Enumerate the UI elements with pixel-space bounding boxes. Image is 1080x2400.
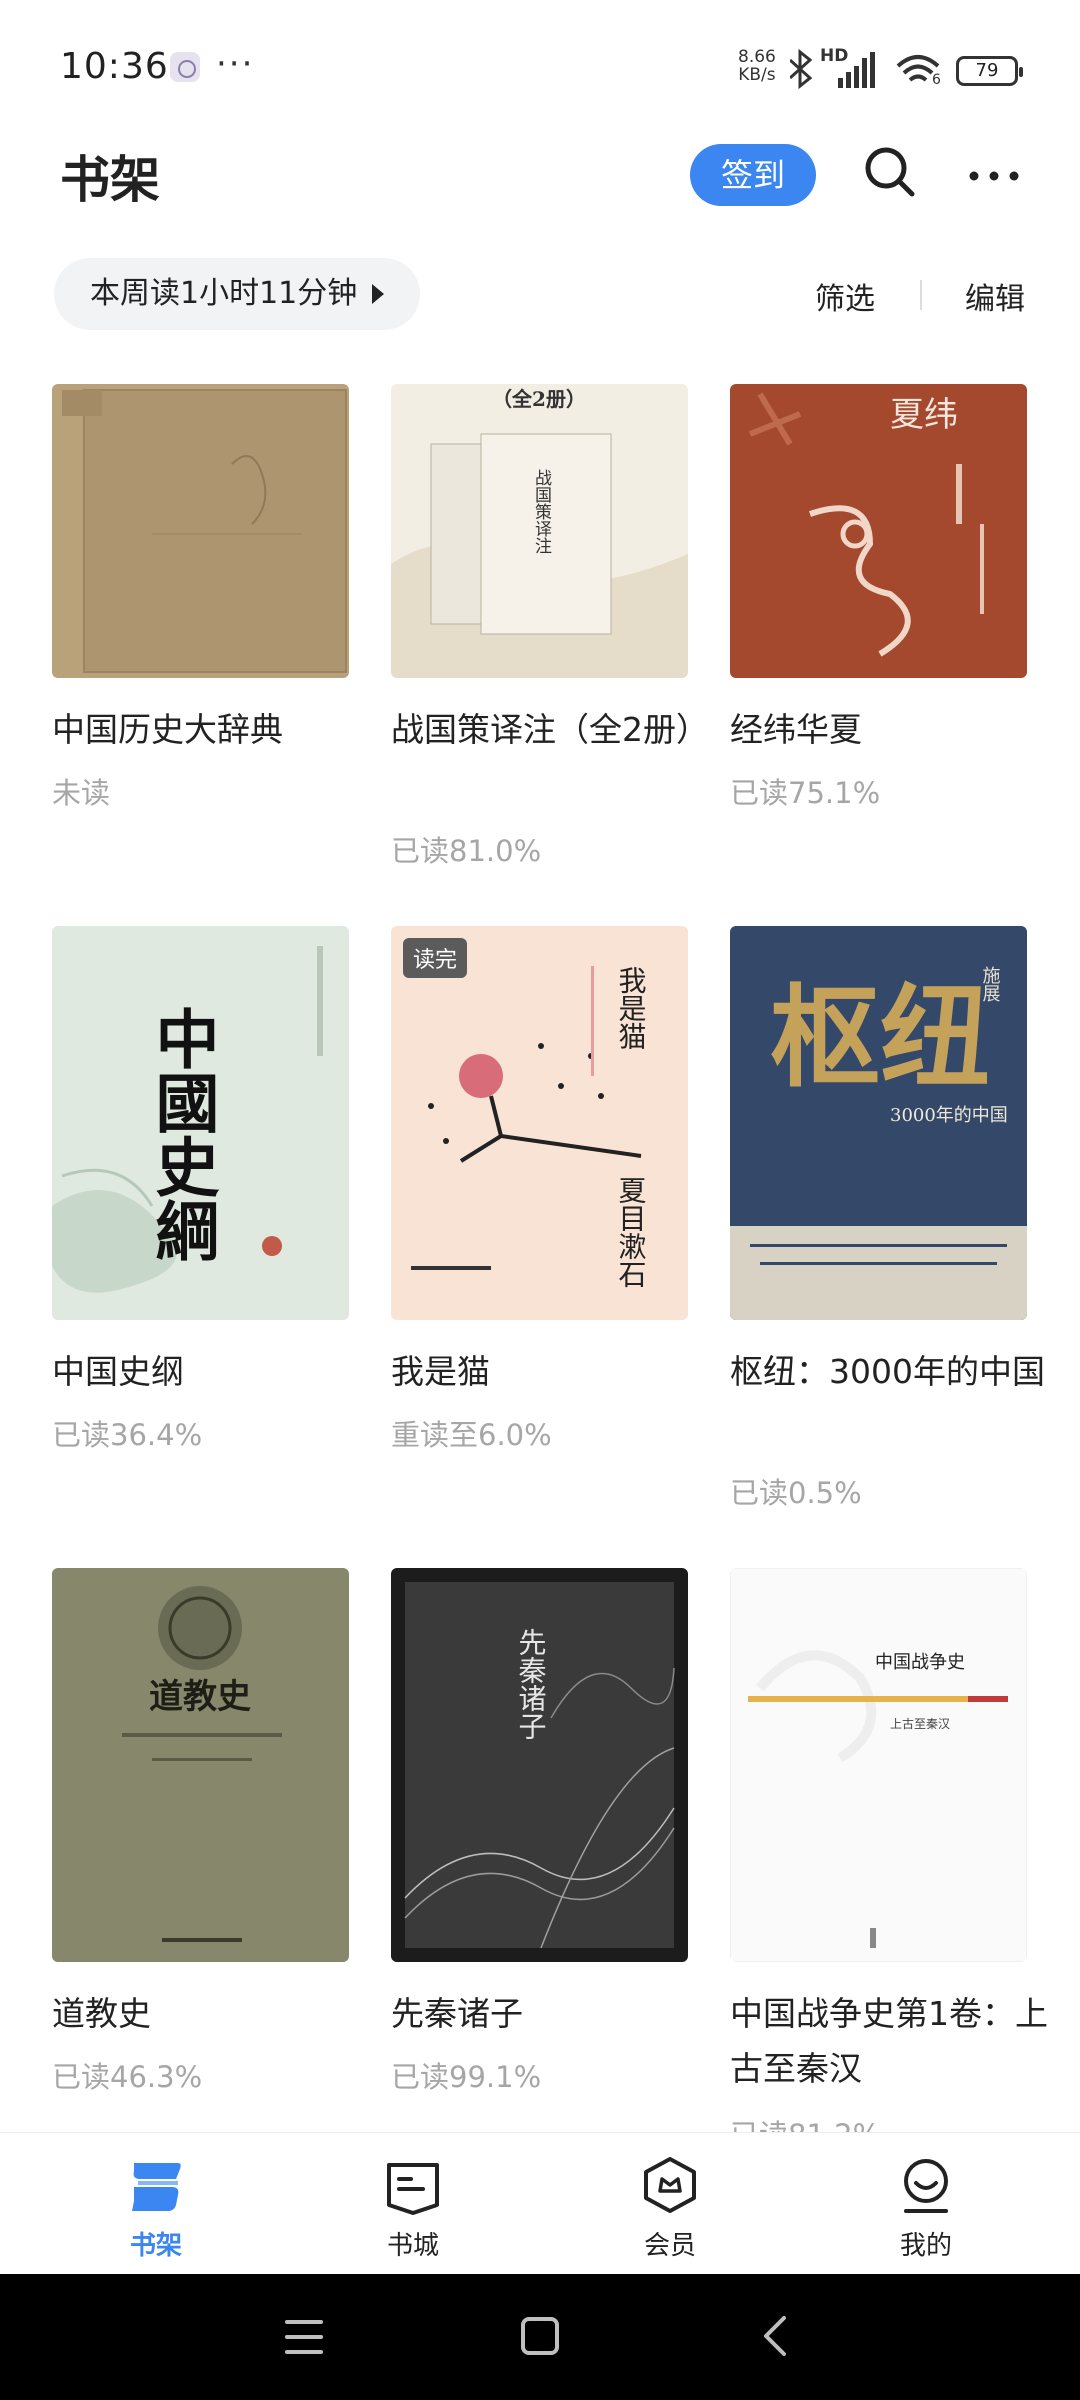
cover-title: 道教史 <box>149 1677 251 1717</box>
more-icon[interactable] <box>964 142 1024 202</box>
network-speed: 8.66 KB/s <box>738 48 776 84</box>
book-title: 中国历史大辞典 <box>52 710 283 749</box>
bookstore-icon <box>387 2163 439 2215</box>
book-progress: 已读99.1% <box>391 2060 542 2094</box>
book-progress: 已读81.0% <box>391 834 542 868</box>
book-progress: 已读0.5% <box>730 1476 862 1510</box>
book-title: 战国策译注（全2册） <box>391 710 709 749</box>
bottom-nav: 书架 书城 会员 我的 <box>0 2132 1080 2274</box>
cover-author: 施展 <box>980 966 1001 1002</box>
cover-title: 夏纬 <box>890 395 958 435</box>
book-title: 中国史纲 <box>52 1352 184 1391</box>
book-title: 枢纽：3000年的中国 <box>730 1352 1045 1391</box>
nav-item-membership[interactable]: 会员 <box>590 2133 750 2275</box>
weekly-reading-time[interactable]: 本周读1小时11分钟 <box>54 258 420 330</box>
book-title: 中国战争史第1卷：上古至秦汉 <box>730 1994 1048 2088</box>
search-icon[interactable] <box>860 142 920 202</box>
menu-icon[interactable] <box>285 2318 325 2356</box>
book-cover[interactable]: 中國史綱 <box>52 926 349 1320</box>
book-progress: 重读至6.0% <box>391 1418 552 1452</box>
cover-title-line1: 枢纽 <box>770 973 990 1102</box>
book-progress: 未读 <box>52 776 111 810</box>
back-icon[interactable] <box>760 2314 790 2358</box>
battery-icon: 79 <box>956 56 1023 86</box>
cover-title: 我是猫 <box>615 966 648 1050</box>
nav-item-profile[interactable]: 我的 <box>846 2133 1006 2275</box>
cover-title: 先秦诸子 <box>515 1628 548 1740</box>
book-cover[interactable]: 枢纽 3000年的中国 施展 <box>730 926 1027 1320</box>
book-title: 经纬华夏 <box>730 710 862 749</box>
cover-subtitle: 3000年的中国 <box>890 1105 1008 1126</box>
chevron-right-icon <box>372 284 384 304</box>
cover-title: 中国战争史 <box>875 1652 965 1673</box>
cover-title: 中國史綱 <box>145 1006 220 1262</box>
network-speed-unit: KB/s <box>738 65 776 85</box>
toolbar-divider <box>920 280 922 310</box>
nav-label: 书架 <box>129 2231 182 2261</box>
book-progress: 已读36.4% <box>52 1418 203 1452</box>
book-title: 我是猫 <box>391 1352 490 1391</box>
bookshelf-icon <box>132 2163 181 2211</box>
network-type: HD <box>820 46 849 66</box>
cover-title: 战国策译注 <box>531 469 552 554</box>
finished-badge: 读完 <box>403 938 468 978</box>
wifi-sub: 6 <box>932 72 941 88</box>
filter-button[interactable]: 筛选 <box>815 274 875 318</box>
edit-button[interactable]: 编辑 <box>965 274 1025 318</box>
book-cover[interactable]: 夏纬 <box>730 384 1027 678</box>
book-cover[interactable]: 道教史 <box>52 1568 349 1962</box>
book-progress: 已读46.3% <box>52 2060 203 2094</box>
nav-item-bookstore[interactable]: 书城 <box>333 2133 493 2275</box>
page-title: 书架 <box>60 151 160 209</box>
status-bar: 10:36 ··· 8.66 KB/s HD 6 79 <box>0 0 1080 140</box>
nav-label: 我的 <box>899 2231 952 2261</box>
signin-button[interactable]: 签到 <box>690 144 816 206</box>
book-cover[interactable]: 我是猫 夏目漱石 <box>391 926 688 1320</box>
nav-label: 会员 <box>643 2231 696 2261</box>
membership-icon <box>644 2157 696 2213</box>
status-time: 10:36 <box>60 46 169 87</box>
book-progress: 已读75.1% <box>730 776 881 810</box>
book-cover[interactable]: 先秦诸子 <box>391 1568 688 1962</box>
cover-author: 夏目漱石 <box>615 1176 648 1288</box>
book-title: 先秦诸子 <box>391 1994 523 2033</box>
book-cover[interactable]: 中国战争史 上古至秦汉 <box>730 1568 1027 1962</box>
more-notifications-icon: ··· <box>216 44 255 84</box>
system-navigation-bar <box>0 2274 1080 2400</box>
network-speed-value: 8.66 <box>738 47 776 67</box>
cover-subtitle: 上古至秦汉 <box>890 1716 950 1731</box>
book-title: 道教史 <box>52 1994 151 2033</box>
profile-icon <box>904 2159 948 2213</box>
reading-time-label: 本周读1小时11分钟 <box>90 276 358 311</box>
app-notification-icon <box>170 52 200 82</box>
book-cover[interactable] <box>52 384 349 678</box>
nav-item-bookshelf[interactable]: 书架 <box>76 2133 236 2275</box>
cover-subtitle: （全2册） <box>492 387 586 411</box>
book-cover[interactable]: （全2册） 战国策译注 <box>391 384 688 678</box>
bluetooth-icon <box>790 48 813 90</box>
home-icon[interactable] <box>520 2316 560 2356</box>
nav-label: 书城 <box>386 2231 439 2261</box>
